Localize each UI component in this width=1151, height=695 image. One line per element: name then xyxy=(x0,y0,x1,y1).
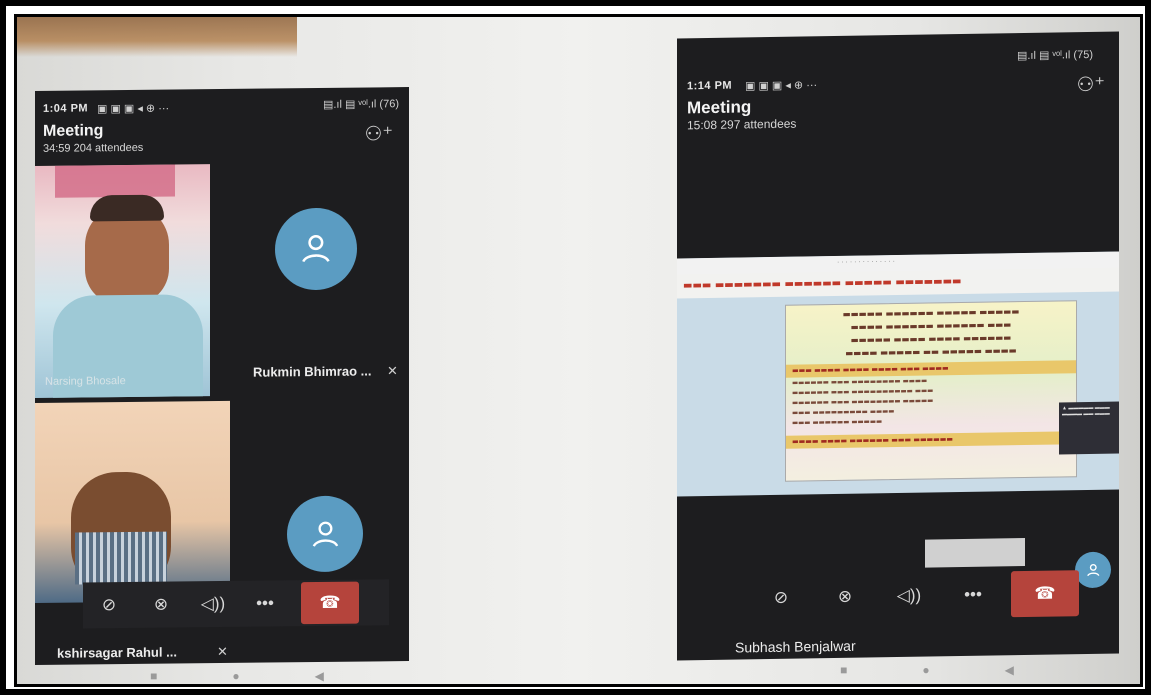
meeting-info: 15:08 297 attendees xyxy=(687,116,797,133)
status-time: 1:14 PM xyxy=(687,79,733,93)
photo-area: 1:04 PM ▣ ▣ ▣ ◂ ⊕ ··· ▤.ıl ▤ ᵛᵒˡ.ıl (76)… xyxy=(14,14,1143,687)
wood-edge xyxy=(17,17,297,57)
phone-left: 1:04 PM ▣ ▣ ▣ ◂ ⊕ ··· ▤.ıl ▤ ᵛᵒˡ.ıl (76)… xyxy=(35,87,409,665)
mute-button[interactable]: ⊗ xyxy=(813,571,877,622)
people-icon[interactable]: ⚇⁺ xyxy=(1077,72,1106,97)
home-button[interactable]: ● xyxy=(922,663,929,677)
tile-video-name: Narsing Bhosale xyxy=(45,375,126,388)
speaker-button[interactable]: ◁)) xyxy=(877,570,941,621)
hang-up-button[interactable]: ☎ xyxy=(1011,570,1079,618)
photo-frame: 1:04 PM ▣ ▣ ▣ ◂ ⊕ ··· ▤.ıl ▤ ᵛᵒˡ.ıl (76)… xyxy=(0,0,1151,695)
more-button[interactable]: ••• xyxy=(941,569,1005,620)
presenter-name: Subhash Benjalwar xyxy=(735,637,856,656)
mute-button[interactable]: ⊗ xyxy=(135,581,187,628)
camera-off-button[interactable]: ⊘ xyxy=(749,572,813,623)
hang-up-button[interactable]: ☎ xyxy=(301,581,359,625)
hang-up-icon: ☎ xyxy=(1034,583,1056,603)
mic-off-icon: ✕ xyxy=(217,643,228,660)
back-button[interactable]: ◀ xyxy=(1005,663,1014,677)
person-icon xyxy=(302,235,330,263)
camera-off-icon: ⊘ xyxy=(101,595,117,615)
side-notification: ▲ ▬▬▬▬▬ ▬▬▬ ▬▬▬▬ ▬▬ ▬▬▬ xyxy=(1059,401,1119,455)
call-controls: ⊘ ⊗ ◁)) ••• ☎ xyxy=(83,579,389,629)
more-icon: ••• xyxy=(964,584,982,604)
mic-off-icon: ✕ xyxy=(387,363,398,379)
slide-footer-line: ▬▬▬▬ ▬▬▬▬ ▬▬▬▬▬▬ ▬▬▬ ▬▬▬▬▬▬ xyxy=(786,431,1076,449)
speaker-icon: ◁)) xyxy=(896,585,922,606)
speaker-icon: ◁)) xyxy=(200,593,226,614)
android-nav-right: ■ ● ◀ xyxy=(817,663,1037,677)
phone-right: 1:14 PM ▣ ▣ ▣ ◂ ⊕ ··· ▤.ıl ▤ ᵛᵒˡ.ıl (75)… xyxy=(677,31,1119,661)
meeting-title: Meeting xyxy=(43,122,104,140)
more-button[interactable]: ••• xyxy=(239,580,291,627)
camera-off-button[interactable]: ⊘ xyxy=(83,582,135,629)
tile-name-rahul: kshirsagar Rahul ... xyxy=(57,644,177,661)
ribbon-text: · · · · · · · · · · · · · · xyxy=(837,258,895,266)
recents-button[interactable]: ■ xyxy=(150,669,157,683)
hang-up-icon: ☎ xyxy=(319,592,341,612)
speaker-button[interactable]: ◁)) xyxy=(187,581,239,628)
status-time: 1:04 PM xyxy=(43,102,89,115)
back-button[interactable]: ◀ xyxy=(315,669,324,683)
video-tile-narsing[interactable]: Narsing Bhosale xyxy=(35,164,210,398)
people-icon[interactable]: ⚇⁺ xyxy=(365,121,394,146)
signal-battery-icons: ▤.ıl ▤ ᵛᵒˡ.ıl (76) xyxy=(322,98,399,111)
meeting-title: Meeting xyxy=(687,97,752,118)
camera-off-icon: ⊘ xyxy=(773,587,789,607)
person-icon xyxy=(312,521,338,547)
recents-button[interactable]: ■ xyxy=(840,663,847,677)
avatar-participant[interactable] xyxy=(287,495,363,573)
call-controls: ⊘ ⊗ ◁)) ••• ☎ xyxy=(749,568,1099,623)
mic-off-icon: ⊗ xyxy=(837,586,853,606)
notification-icons: ▣ ▣ ▣ ◂ ⊕ ··· xyxy=(97,102,170,116)
home-button[interactable]: ● xyxy=(232,669,239,683)
android-nav-left: ■ ● ◀ xyxy=(137,669,337,683)
avatar-rukmin[interactable] xyxy=(275,207,357,291)
more-icon: ••• xyxy=(256,593,274,613)
notification-icons: ▣ ▣ ▣ ◂ ⊕ ··· xyxy=(745,79,818,93)
hair xyxy=(90,194,164,222)
tile-name-rukmin: Rukmin Bhimrao ... xyxy=(253,363,372,380)
mic-off-icon: ⊗ xyxy=(153,594,169,614)
presentation-slide: ▬▬▬▬▬ ▬▬▬▬▬▬ ▬▬▬▬▬ ▬▬▬▬▬ ▬▬▬▬ ▬▬▬▬▬▬ ▬▬▬… xyxy=(785,300,1077,482)
video-tile-rahul[interactable] xyxy=(35,400,230,603)
mask xyxy=(75,531,167,585)
banner xyxy=(55,164,175,198)
presenter-video-thumb[interactable] xyxy=(925,538,1025,568)
signal-battery-icons: ▤.ıl ▤ ᵛᵒˡ.ıl (75) xyxy=(1016,48,1093,63)
meeting-info: 34:59 204 attendees xyxy=(43,141,144,155)
